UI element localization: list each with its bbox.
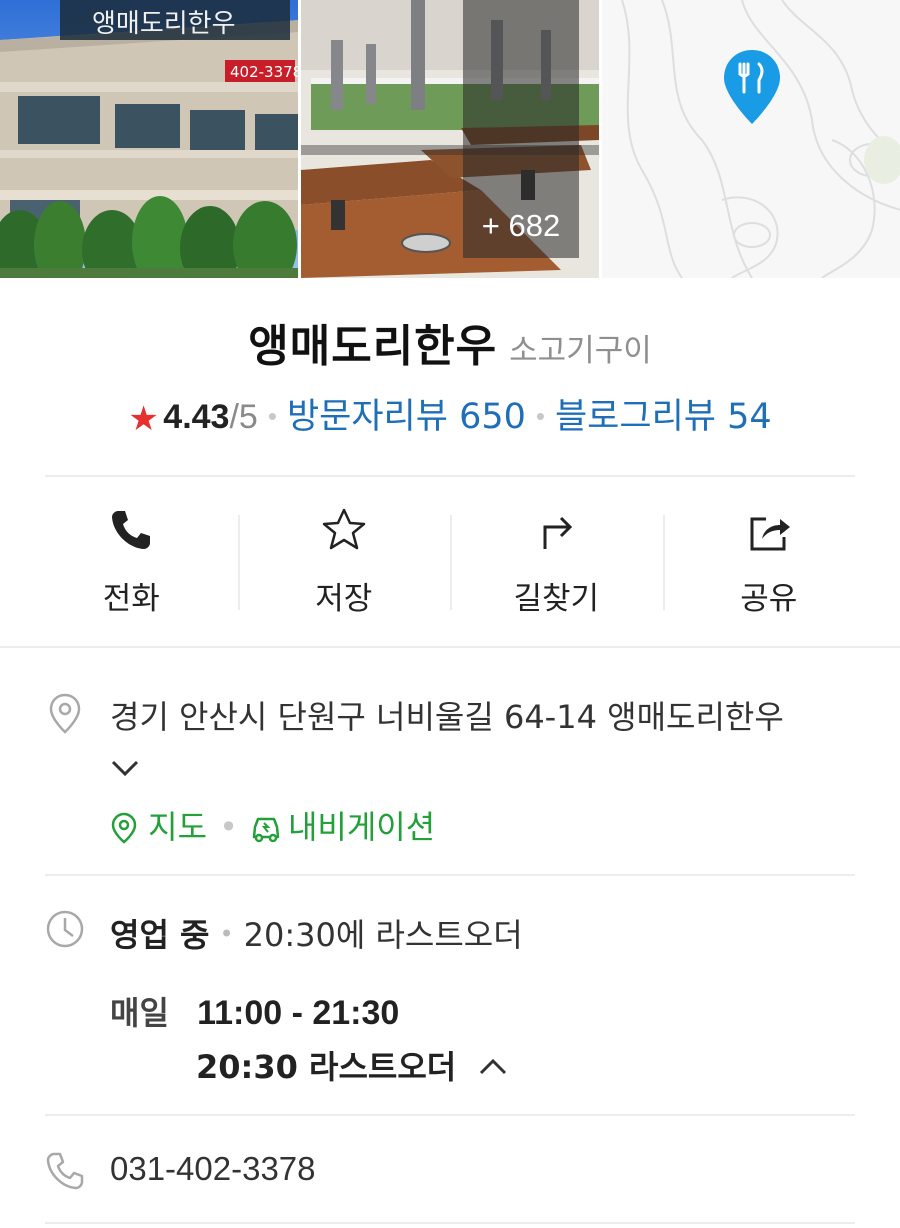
phone-number[interactable]: 031-402-3378 xyxy=(110,1150,316,1188)
rating-row: ★ 4.43/5 • 방문자리뷰 650 • 블로그리뷰 54 xyxy=(0,388,900,439)
place-name: 앵매도리한우 xyxy=(248,321,498,372)
hours-detail: 매일 11:00 - 21:30 xyxy=(110,988,399,1034)
blog-reviews-link[interactable]: 블로그리뷰 54 xyxy=(555,397,772,437)
chevron-down-icon[interactable] xyxy=(110,757,140,779)
hours-days: 매일 xyxy=(110,994,169,1032)
car-icon xyxy=(252,817,280,843)
map-thumbnail[interactable] xyxy=(602,0,900,278)
star-icon xyxy=(322,508,365,550)
clock-icon xyxy=(46,910,84,948)
separator-dot: • xyxy=(535,401,545,431)
more-photos-count[interactable]: + 682 xyxy=(463,0,579,258)
address-text: 경기 안산시 단원구 너비울길 64-14 앵매도리한우 xyxy=(110,698,784,736)
phone-icon xyxy=(112,511,151,549)
place-title-row: 앵매도리한우 소고기구이 xyxy=(0,310,900,374)
directions-button[interactable]: 길찾기 xyxy=(450,505,663,617)
directions-label: 길찾기 xyxy=(513,581,600,617)
share-icon xyxy=(750,517,790,551)
rating-star-icon: ★ xyxy=(128,400,159,438)
divider xyxy=(45,475,855,477)
divider xyxy=(0,646,900,648)
divider xyxy=(45,874,855,876)
directions-icon xyxy=(543,516,573,549)
map-link[interactable]: 지도 xyxy=(148,808,207,846)
call-button[interactable]: 전화 xyxy=(25,505,238,617)
separator-dot: • xyxy=(267,401,277,431)
chevron-up-icon[interactable] xyxy=(478,1056,508,1078)
photo-building-exterior[interactable]: 앵매도리한우 402-3378 xyxy=(0,0,298,278)
open-status: 영업 중 xyxy=(110,916,210,954)
map-marker-icon xyxy=(111,812,137,844)
call-label: 전화 xyxy=(102,581,160,617)
share-button[interactable]: 공유 xyxy=(662,505,876,617)
save-button[interactable]: 저장 xyxy=(237,505,451,617)
address-links: 지도 • 내비게이션 xyxy=(110,802,435,848)
last-order-time: 20:30 라스트오더 xyxy=(196,1048,457,1086)
last-order-note: 20:30에 라스트오더 xyxy=(243,916,523,954)
map-pin-icon xyxy=(724,50,780,124)
building-sign-text: 앵매도리한우 xyxy=(92,9,236,39)
share-label: 공유 xyxy=(740,581,798,617)
place-category: 소고기구이 xyxy=(509,333,652,369)
visitor-reviews-link[interactable]: 방문자리뷰 650 xyxy=(287,397,526,437)
save-label: 저장 xyxy=(315,581,373,617)
rating-max: /5 xyxy=(229,398,258,436)
photo-strip: 앵매도리한우 402-3378 + 682 xyxy=(0,0,900,278)
rating-score: 4.43 xyxy=(163,398,230,436)
navigation-link[interactable]: 내비게이션 xyxy=(288,808,435,846)
phone-outline-icon xyxy=(46,1152,84,1190)
hours-status-row[interactable]: 영업 중 • 20:30에 라스트오더 xyxy=(110,910,523,956)
action-bar: 전화 저장 길찾기 공유 xyxy=(25,505,876,617)
divider xyxy=(45,1114,855,1116)
separator-dot: • xyxy=(219,920,234,948)
last-order-row[interactable]: 20:30 라스트오더 xyxy=(196,1042,508,1088)
hours-time: 11:00 - 21:30 xyxy=(197,994,400,1032)
building-sign-phone: 402-3378 xyxy=(230,63,298,81)
divider xyxy=(45,1222,855,1224)
photo-dining-hall[interactable]: + 682 xyxy=(301,0,599,278)
location-pin-icon xyxy=(49,693,81,734)
separator-dot: • xyxy=(219,808,238,846)
